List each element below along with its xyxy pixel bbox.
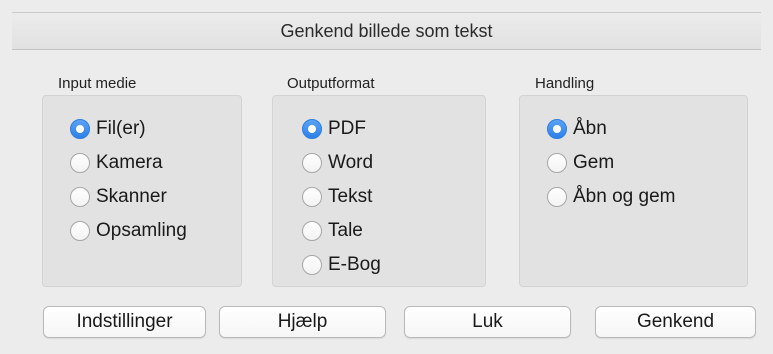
- action-options: Åbn Gem Åbn og gem: [547, 112, 675, 214]
- radio-label: Word: [328, 152, 374, 173]
- radio-checked-icon[interactable]: [302, 119, 322, 139]
- radio-input-collection[interactable]: Opsamling: [70, 214, 187, 248]
- radio-unchecked-icon[interactable]: [302, 153, 322, 173]
- radio-label: Fil(er): [96, 118, 146, 139]
- radio-label: Skanner: [96, 186, 167, 207]
- radio-action-open-and-save[interactable]: Åbn og gem: [547, 180, 675, 214]
- action-label: Handling: [535, 75, 595, 92]
- radio-checked-icon[interactable]: [70, 119, 90, 139]
- radio-label: E-Bog: [328, 254, 381, 275]
- radio-unchecked-icon[interactable]: [302, 187, 322, 207]
- radio-unchecked-icon[interactable]: [547, 153, 567, 173]
- radio-output-speech[interactable]: Tale: [302, 214, 381, 248]
- radio-label: Tale: [328, 220, 363, 241]
- radio-output-word[interactable]: Word: [302, 146, 381, 180]
- radio-unchecked-icon[interactable]: [547, 187, 567, 207]
- radio-unchecked-icon[interactable]: [302, 221, 322, 241]
- recognize-button[interactable]: Genkend: [595, 306, 756, 338]
- radio-input-camera[interactable]: Kamera: [70, 146, 187, 180]
- radio-input-files[interactable]: Fil(er): [70, 112, 187, 146]
- radio-checked-icon[interactable]: [547, 119, 567, 139]
- radio-label: Gem: [573, 152, 615, 173]
- radio-unchecked-icon[interactable]: [302, 255, 322, 275]
- input-media-options: Fil(er) Kamera Skanner Opsamling: [70, 112, 187, 248]
- radio-action-open[interactable]: Åbn: [547, 112, 675, 146]
- radio-unchecked-icon[interactable]: [70, 187, 90, 207]
- output-format-label: Outputformat: [287, 75, 375, 92]
- radio-label: Kamera: [96, 152, 163, 173]
- radio-output-ebook[interactable]: E-Bog: [302, 248, 381, 282]
- settings-button[interactable]: Indstillinger: [43, 306, 206, 338]
- radio-label: Opsamling: [96, 220, 187, 241]
- radio-label: Åbn og gem: [573, 186, 676, 207]
- window-title: Genkend billede som tekst: [280, 20, 493, 41]
- close-button[interactable]: Luk: [404, 306, 571, 338]
- radio-label: PDF: [328, 118, 366, 139]
- input-media-label: Input medie: [58, 75, 137, 92]
- radio-label: Tekst: [328, 186, 373, 207]
- help-button[interactable]: Hjælp: [219, 306, 386, 338]
- radio-unchecked-icon[interactable]: [70, 221, 90, 241]
- radio-input-scanner[interactable]: Skanner: [70, 180, 187, 214]
- title-bar: Genkend billede som tekst: [12, 13, 761, 50]
- radio-output-text[interactable]: Tekst: [302, 180, 381, 214]
- radio-output-pdf[interactable]: PDF: [302, 112, 381, 146]
- radio-label: Åbn: [573, 118, 607, 139]
- radio-unchecked-icon[interactable]: [70, 153, 90, 173]
- output-format-options: PDF Word Tekst Tale E-Bog: [302, 112, 381, 282]
- radio-action-save[interactable]: Gem: [547, 146, 675, 180]
